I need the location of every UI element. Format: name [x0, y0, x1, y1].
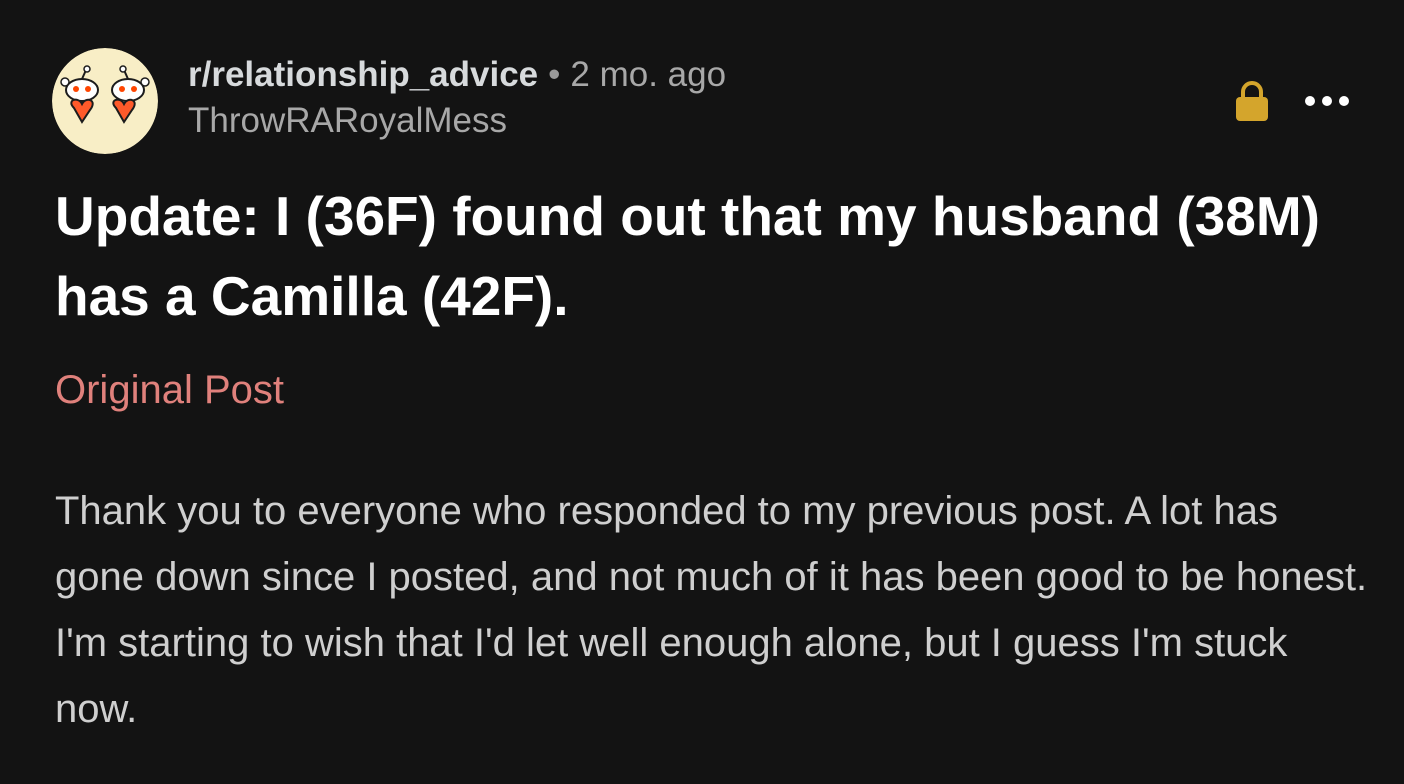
lock-icon: [1234, 80, 1270, 122]
more-options-icon[interactable]: [1302, 92, 1352, 110]
original-post-link[interactable]: Original Post: [55, 364, 284, 416]
post-body: Thank you to everyone who responded to m…: [55, 489, 1368, 731]
post-title[interactable]: Update: I (36F) found out that my husban…: [55, 176, 1375, 336]
subreddit-link[interactable]: r/relationship_advice: [188, 55, 538, 94]
post-meta-line: r/relationship_advice • 2 mo. ago: [188, 52, 726, 98]
separator-dot: •: [548, 55, 561, 94]
post-meta: r/relationship_advice • 2 mo. ago ThrowRAR…: [188, 52, 726, 144]
subreddit-avatar[interactable]: [52, 48, 158, 154]
post-card: r/relationship_advice • 2 mo. ago ThrowRAR…: [0, 0, 1404, 784]
post-time: 2 mo. ago: [570, 55, 727, 94]
author-username[interactable]: ThrowRARoyalMess: [188, 98, 726, 144]
